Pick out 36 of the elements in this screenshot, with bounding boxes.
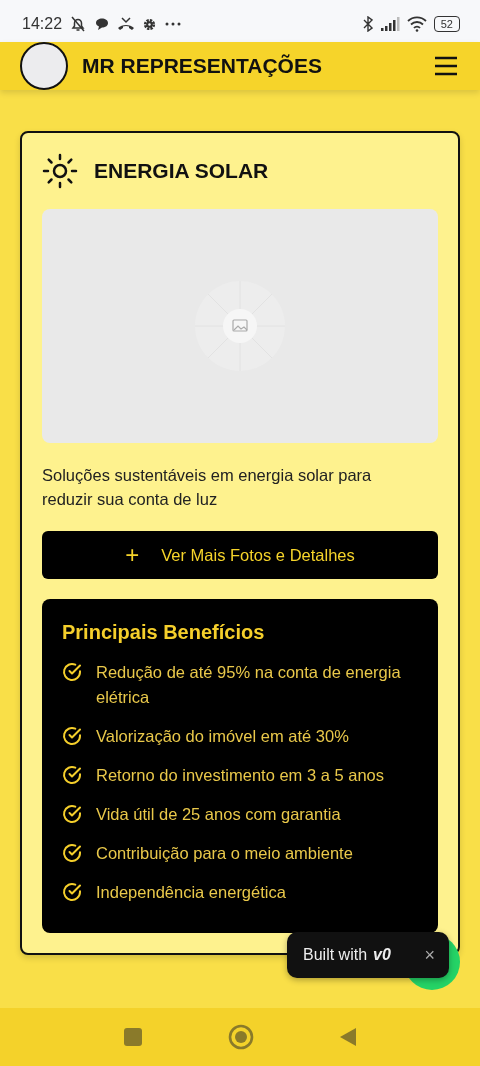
bluetooth-icon	[362, 16, 373, 32]
muted-bell-icon	[69, 15, 88, 33]
sun-icon	[42, 153, 78, 189]
benefit-text: Redução de até 95% na conta de energia elétrica	[96, 662, 402, 708]
benefit-text: Valorização do imóvel em até 30%	[96, 726, 349, 747]
check-circle-icon	[62, 765, 82, 785]
signal-icon	[379, 17, 400, 31]
back-icon[interactable]	[339, 1027, 358, 1047]
battery-indicator: 52	[433, 16, 460, 32]
site-title: MR REPRESENTAÇÕES	[82, 54, 323, 78]
check-circle-icon	[62, 662, 82, 682]
more-icon	[164, 21, 183, 27]
recents-icon[interactable]	[122, 1027, 143, 1047]
check-circle-icon	[62, 843, 82, 863]
benefit-text: Retorno do investimento em 3 a 5 anos	[96, 765, 384, 786]
status-time: 14:22	[22, 15, 63, 33]
check-circle-icon	[62, 882, 82, 902]
wifi-icon	[406, 16, 427, 32]
home-icon[interactable]	[228, 1024, 254, 1050]
v0-logo: v0	[373, 946, 392, 964]
chat-icon	[94, 16, 111, 32]
card-title: ENERGIA SOLAR	[94, 159, 269, 183]
close-button[interactable]: ×	[424, 944, 435, 966]
benefit-text: Vida útil de 25 anos com garantia	[96, 804, 341, 825]
missed-call-icon	[117, 16, 136, 32]
card-description: Soluções sustentáveis em energia solar para reduzir sua conta de luz	[42, 465, 373, 510]
benefit-text: Contribuição para o meio ambiente	[96, 843, 353, 864]
gear-icon	[142, 16, 158, 32]
menu-icon[interactable]	[434, 56, 458, 76]
benefit-text: Independência energética	[96, 882, 286, 903]
check-circle-icon	[62, 804, 82, 824]
benefits-title: Principais Benefícios	[62, 621, 266, 644]
badge-text: Built with	[303, 946, 368, 964]
more-photos-button[interactable]: + Ver Mais Fotos e Detalhes	[42, 531, 438, 579]
check-circle-icon	[62, 726, 82, 746]
image-icon	[194, 280, 286, 372]
